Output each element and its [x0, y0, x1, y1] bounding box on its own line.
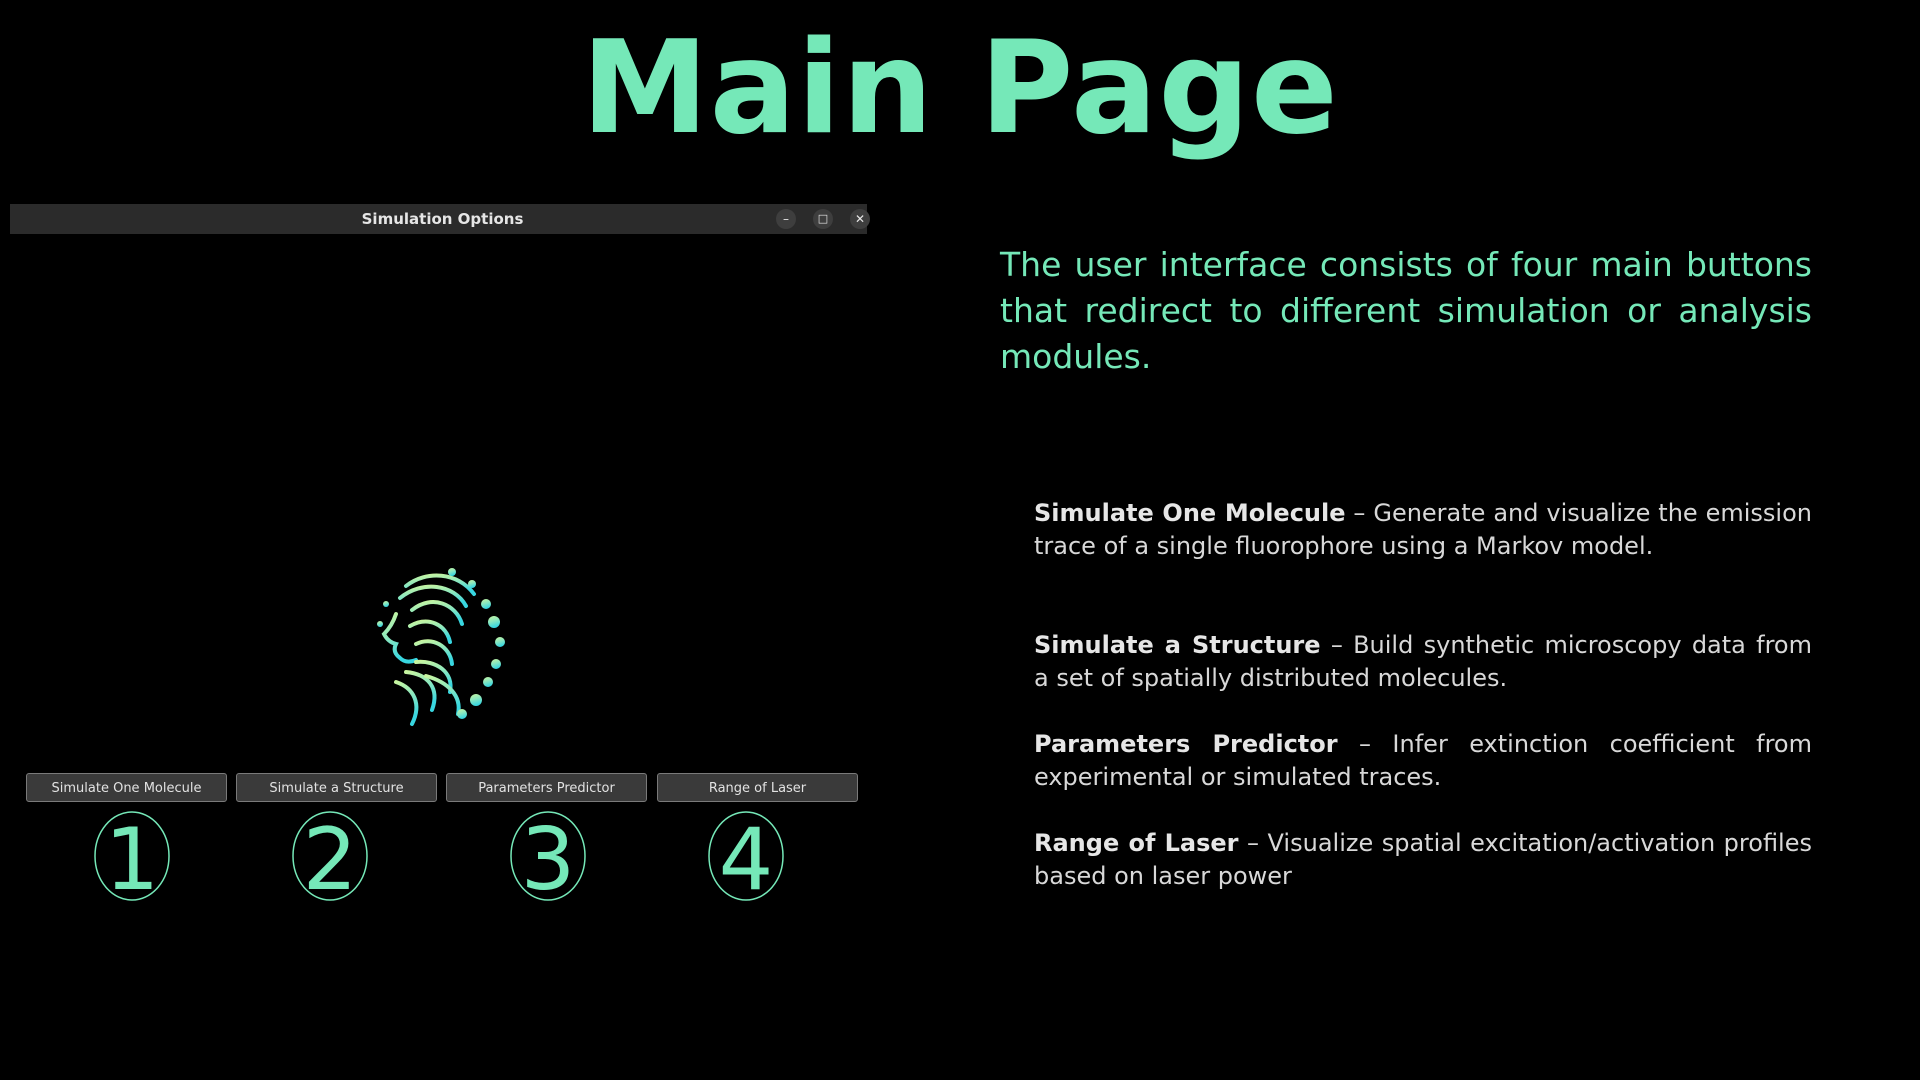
number-1-label: 1 — [105, 811, 160, 901]
item-name: Parameters Predictor — [1034, 730, 1338, 758]
window-title: Simulation Options — [361, 210, 524, 228]
window-titlebar[interactable]: Simulation Options – □ ✕ — [10, 204, 870, 234]
number-2-marker: 2 — [292, 811, 368, 901]
lion-logo-icon — [366, 564, 516, 734]
simulate-one-molecule-button[interactable]: Simulate One Molecule — [26, 773, 227, 802]
range-of-laser-button[interactable]: Range of Laser — [657, 773, 858, 802]
description-item-parameters-predictor: Parameters Predictor – Infer extinction … — [1034, 728, 1812, 794]
number-3-label: 3 — [521, 811, 576, 901]
number-2-label: 2 — [303, 811, 358, 901]
maximize-button[interactable]: □ — [813, 209, 833, 229]
description-item-range-of-laser: Range of Laser – Visualize spatial excit… — [1034, 827, 1812, 893]
parameters-predictor-button[interactable]: Parameters Predictor — [446, 773, 647, 802]
number-4-marker: 4 — [708, 811, 784, 901]
item-name: Simulate a Structure — [1034, 631, 1321, 659]
number-4-label: 4 — [719, 811, 774, 901]
simulation-options-window: Simulation Options – □ ✕ Simulate One Mo… — [10, 204, 870, 904]
close-button[interactable]: ✕ — [850, 209, 870, 229]
page-title: Main Page — [581, 14, 1339, 163]
number-1-marker: 1 — [94, 811, 170, 901]
description-item-simulate-one-molecule: Simulate One Molecule – Generate and vis… — [1034, 497, 1812, 563]
number-3-marker: 3 — [510, 811, 586, 901]
item-name: Range of Laser — [1034, 829, 1239, 857]
minimize-button[interactable]: – — [776, 209, 796, 229]
item-name: Simulate One Molecule — [1034, 499, 1346, 527]
intro-paragraph: The user interface consists of four main… — [1000, 245, 1812, 376]
description-item-simulate-structure: Simulate a Structure – Build synthetic m… — [1034, 629, 1812, 695]
simulate-structure-button[interactable]: Simulate a Structure — [236, 773, 437, 802]
